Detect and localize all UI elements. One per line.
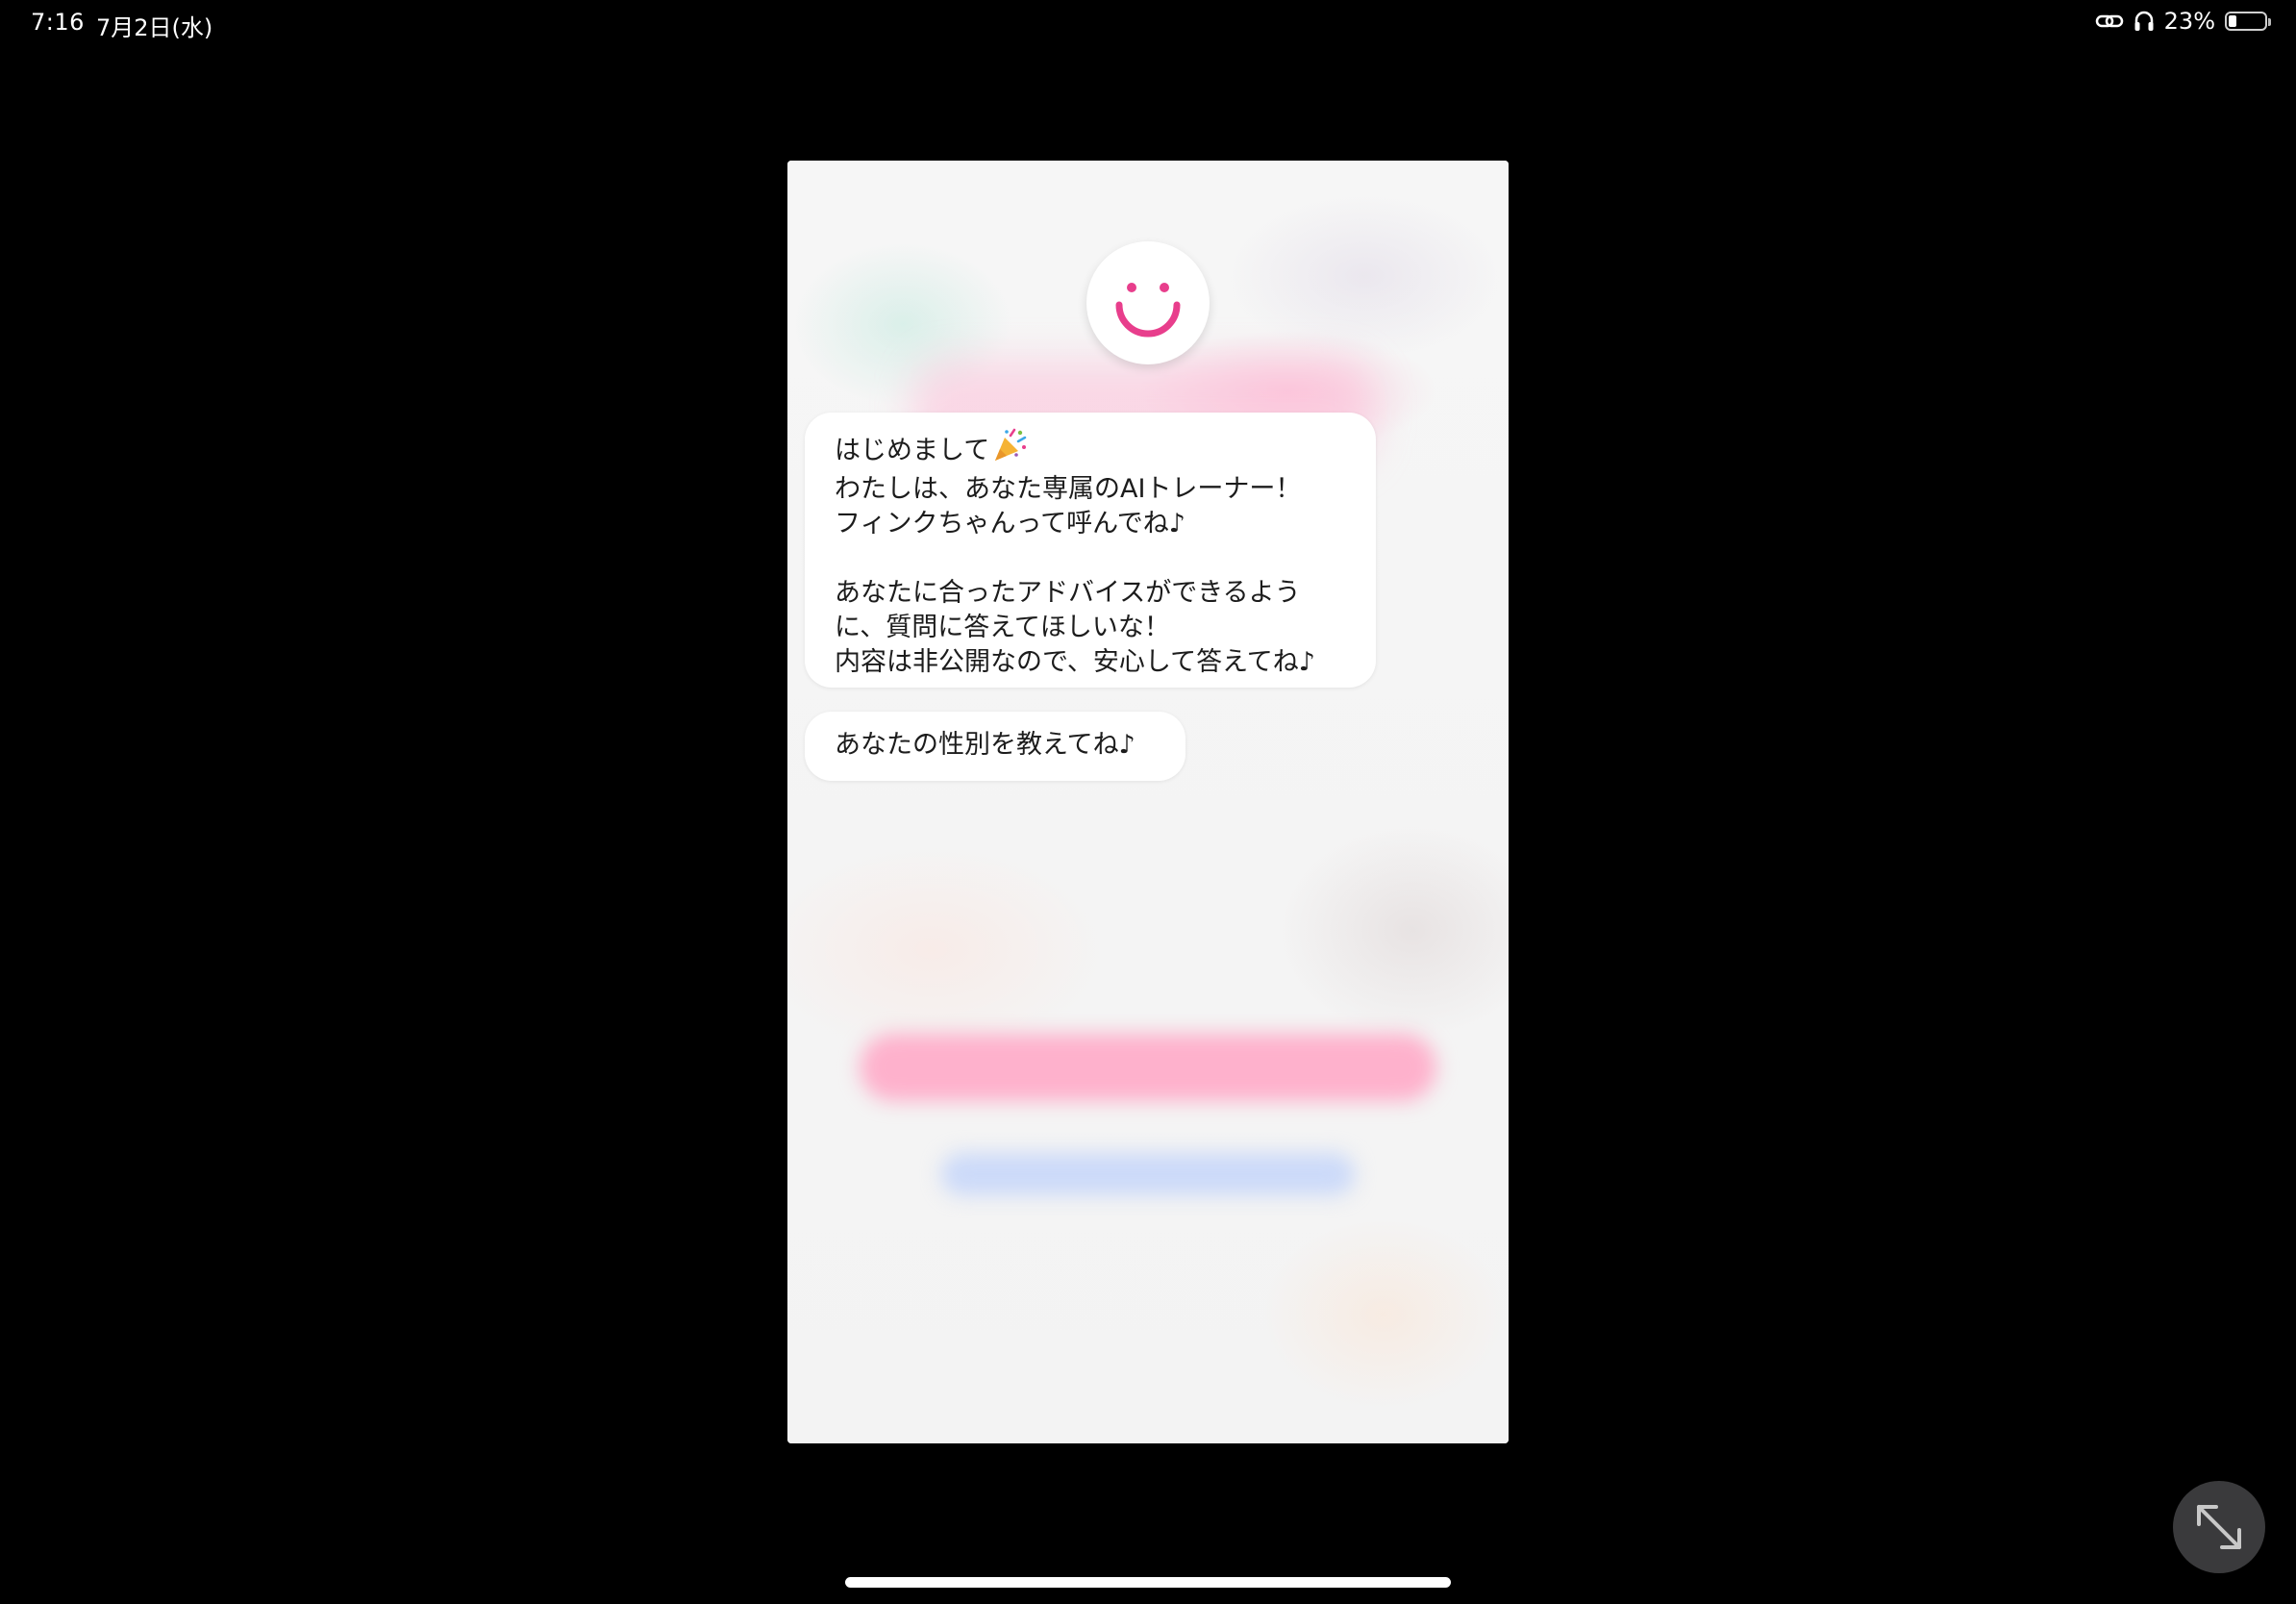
message-line: はじめまして bbox=[835, 428, 1357, 472]
battery-percent: 23% bbox=[2163, 8, 2215, 35]
screen: 7:16 7月2日(水) 23% はじめまして わたしは、あなた専属のAIトレー… bbox=[0, 0, 2296, 1604]
blurred-primary-button bbox=[860, 1034, 1436, 1101]
status-bar: 7:16 7月2日(水) 23% bbox=[0, 0, 2296, 48]
status-time: 7:16 bbox=[31, 9, 85, 36]
home-indicator[interactable] bbox=[845, 1577, 1451, 1588]
chat-bubble-intro: はじめまして わたしは、あなた専属のAIトレーナー！ フィンクちゃんって呼んでね… bbox=[805, 413, 1376, 688]
blurred-secondary-button bbox=[941, 1153, 1355, 1195]
battery-level bbox=[2229, 15, 2237, 27]
trainer-avatar bbox=[1086, 241, 1210, 364]
party-popper-icon bbox=[991, 428, 1028, 472]
message-line: あなたに合ったアドバイスができるよう bbox=[835, 578, 1301, 608]
expand-button[interactable] bbox=[2173, 1481, 2265, 1573]
message-line: あなたの性別を教えてね♪ bbox=[835, 730, 1136, 760]
smiley-face-icon bbox=[1115, 283, 1181, 338]
expand-arrows-icon bbox=[2197, 1505, 2241, 1549]
link-icon bbox=[2095, 11, 2124, 32]
message-line: フィンクちゃんって呼んでね♪ bbox=[835, 509, 1185, 539]
headphones-icon bbox=[2134, 10, 2155, 33]
message-line: に、質問に答えてほしいな！ bbox=[835, 613, 1170, 642]
message-line: 内容は非公開なので、安心して答えてね♪ bbox=[835, 647, 1315, 677]
app-frame: はじめまして わたしは、あなた専属のAIトレーナー！ フィンクちゃんって呼んでね… bbox=[787, 161, 1509, 1443]
status-icons: 23% bbox=[2095, 8, 2271, 35]
message-line: わたしは、あなた専属のAIトレーナー！ bbox=[835, 474, 1302, 504]
status-date: 7月2日(水) bbox=[96, 14, 213, 41]
battery-icon bbox=[2225, 12, 2271, 31]
chat-bubble-question: あなたの性別を教えてね♪ bbox=[805, 712, 1185, 781]
